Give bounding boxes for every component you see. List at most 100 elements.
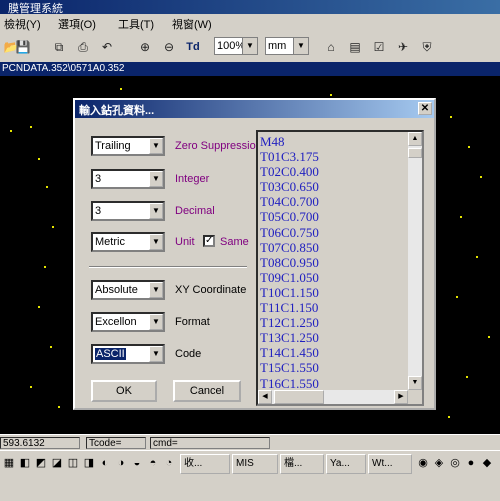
drill-data-line: T11C1.150 bbox=[260, 300, 319, 316]
save-icon[interactable]: 💾 bbox=[14, 38, 32, 56]
chevron-down-icon: ▼ bbox=[242, 38, 257, 54]
app-icon[interactable]: ◩ bbox=[34, 456, 48, 470]
chevron-down-icon: ▼ bbox=[293, 38, 308, 54]
drill-data-line: T14C1.450 bbox=[260, 345, 319, 361]
app-icon[interactable]: ◓ bbox=[146, 456, 160, 470]
format-label: Format bbox=[175, 316, 210, 328]
zero-suppression-value: Trailing bbox=[95, 140, 131, 152]
drill-pad bbox=[38, 306, 40, 308]
drill-data-line: T09C1.050 bbox=[260, 269, 319, 285]
tray-icon[interactable]: ◉ bbox=[416, 456, 430, 470]
tool-icon[interactable]: ✈ bbox=[394, 38, 412, 56]
chevron-down-icon: ▼ bbox=[149, 203, 163, 219]
code-select[interactable]: ASCII ▼ bbox=[91, 344, 165, 364]
vertical-scrollbar[interactable]: ▲ ▼ bbox=[408, 132, 422, 390]
drill-pad bbox=[330, 94, 332, 96]
chevron-down-icon: ▼ bbox=[149, 171, 163, 187]
scroll-thumb[interactable] bbox=[408, 148, 422, 158]
drill-data-line: T13C1.250 bbox=[260, 330, 319, 346]
integer-select[interactable]: 3 ▼ bbox=[91, 169, 165, 189]
scroll-up-icon[interactable]: ▲ bbox=[408, 132, 422, 146]
app-icon[interactable]: ◧ bbox=[18, 456, 32, 470]
app-icon[interactable]: ◔ bbox=[162, 456, 176, 470]
cancel-button[interactable]: Cancel bbox=[173, 380, 241, 402]
format-select[interactable]: Excellon ▼ bbox=[91, 312, 165, 332]
drill-pad bbox=[30, 386, 32, 388]
code-value: ASCII bbox=[95, 348, 126, 360]
undo-icon[interactable]: ↶ bbox=[98, 38, 116, 56]
app-icon[interactable]: ◑ bbox=[114, 456, 128, 470]
task-button[interactable]: 收... bbox=[180, 454, 230, 474]
drill-pad bbox=[38, 158, 40, 160]
xy-coordinate-select[interactable]: Absolute ▼ bbox=[91, 280, 165, 300]
menu-view[interactable]: 檢視(Y) bbox=[4, 16, 41, 32]
layers-icon[interactable]: ▤ bbox=[346, 38, 364, 56]
ok-button[interactable]: OK bbox=[91, 380, 157, 402]
drill-pad bbox=[50, 346, 52, 348]
zoom-out-icon[interactable]: ⊖ bbox=[160, 38, 178, 56]
horizontal-scrollbar[interactable]: ◀ ▶ bbox=[258, 390, 408, 404]
xy-coordinate-label: XY Coordinate bbox=[175, 284, 247, 296]
app-icon[interactable]: ◫ bbox=[66, 456, 80, 470]
task-button[interactable]: 檔... bbox=[280, 454, 324, 474]
check-icon[interactable]: ☑ bbox=[370, 38, 388, 56]
zoom-in-icon[interactable]: ⊕ bbox=[136, 38, 154, 56]
drill-pad bbox=[450, 116, 452, 118]
scroll-left-icon[interactable]: ◀ bbox=[258, 390, 272, 404]
unit-select[interactable]: Metric ▼ bbox=[91, 232, 165, 252]
task-button[interactable]: Wt... bbox=[368, 454, 412, 474]
unit-select[interactable]: mm ▼ bbox=[265, 37, 309, 55]
drill-data-line: T03C0.650 bbox=[260, 179, 319, 195]
app-icon[interactable]: ▦ bbox=[2, 456, 16, 470]
home-icon[interactable]: ⌂ bbox=[322, 38, 340, 56]
tray-icon[interactable]: ◆ bbox=[480, 456, 494, 470]
app-icon[interactable]: ◪ bbox=[50, 456, 64, 470]
drill-pad bbox=[468, 146, 470, 148]
menu-bar: 檢視(Y) 選項(O) 工具(T) 視窗(W) bbox=[0, 14, 500, 32]
drill-data-line: T16C1.550 bbox=[260, 375, 319, 391]
tray-icon[interactable]: ◈ bbox=[432, 456, 446, 470]
zoom-value: 100% bbox=[217, 40, 246, 52]
drill-data-line: T02C0.400 bbox=[260, 164, 319, 180]
copy-icon[interactable]: ⧉ bbox=[50, 38, 68, 56]
menu-window[interactable]: 視窗(W) bbox=[172, 16, 212, 32]
drill-pad bbox=[456, 296, 458, 298]
shield-icon[interactable]: ⛨ bbox=[418, 38, 436, 56]
integer-value: 3 bbox=[95, 173, 102, 185]
drill-pad bbox=[52, 226, 54, 228]
decimal-select[interactable]: 3 ▼ bbox=[91, 201, 165, 221]
menu-options[interactable]: 選項(O) bbox=[58, 16, 96, 32]
scroll-right-icon[interactable]: ▶ bbox=[394, 390, 408, 404]
dialog-titlebar: 輸入鉆孔資料... ✕ bbox=[75, 100, 434, 118]
task-button[interactable]: MIS bbox=[232, 454, 278, 474]
zero-suppression-label: Zero Suppression bbox=[175, 140, 262, 152]
tray-icon[interactable]: ◎ bbox=[448, 456, 462, 470]
drill-data-textarea[interactable]: M48 T01C3.175 T02C0.400 T03C0.650 T04C0.700 T… bbox=[256, 130, 424, 406]
menu-tools[interactable]: 工具(T) bbox=[118, 16, 154, 32]
close-icon[interactable]: ✕ bbox=[418, 102, 432, 115]
zero-suppression-select[interactable]: Trailing ▼ bbox=[91, 136, 165, 156]
same-checkbox[interactable]: ✓ bbox=[203, 235, 215, 247]
task-button[interactable]: Ya... bbox=[326, 454, 366, 474]
scroll-thumb[interactable] bbox=[274, 390, 324, 404]
status-bar: 593.6132 Tcode= cmd= bbox=[0, 434, 500, 451]
td-icon[interactable]: Td bbox=[184, 38, 202, 56]
drill-data-line: M48 bbox=[260, 134, 285, 149]
print-icon[interactable]: ⎙ bbox=[74, 38, 92, 56]
zoom-select[interactable]: 100% ▼ bbox=[214, 37, 258, 55]
drill-data-line: T07C0.850 bbox=[260, 239, 319, 255]
document-title: PCNDATA.352\0571A0.352 bbox=[2, 63, 125, 74]
drill-pad bbox=[480, 176, 482, 178]
chevron-down-icon: ▼ bbox=[149, 234, 163, 250]
app-icon[interactable]: ◨ bbox=[82, 456, 96, 470]
app-icon[interactable]: ◐ bbox=[98, 456, 112, 470]
toolbar: 📂 💾 ⧉ ⎙ ↶ ⊕ ⊖ Td 100% ▼ mm ▼ ⌂ ▤ ☑ ✈ ⛨ bbox=[0, 32, 500, 63]
drill-pad bbox=[10, 130, 12, 132]
status-tcode: Tcode= bbox=[86, 437, 146, 449]
tray-icon[interactable]: ● bbox=[464, 456, 478, 470]
app-titlebar: 膜管理系統 bbox=[0, 0, 500, 15]
app-icon[interactable]: ◒ bbox=[130, 456, 144, 470]
drill-data-dialog: 輸入鉆孔資料... ✕ Trailing ▼ Zero Suppression … bbox=[73, 98, 436, 410]
scroll-down-icon[interactable]: ▼ bbox=[408, 376, 422, 390]
chevron-down-icon: ▼ bbox=[149, 346, 163, 362]
